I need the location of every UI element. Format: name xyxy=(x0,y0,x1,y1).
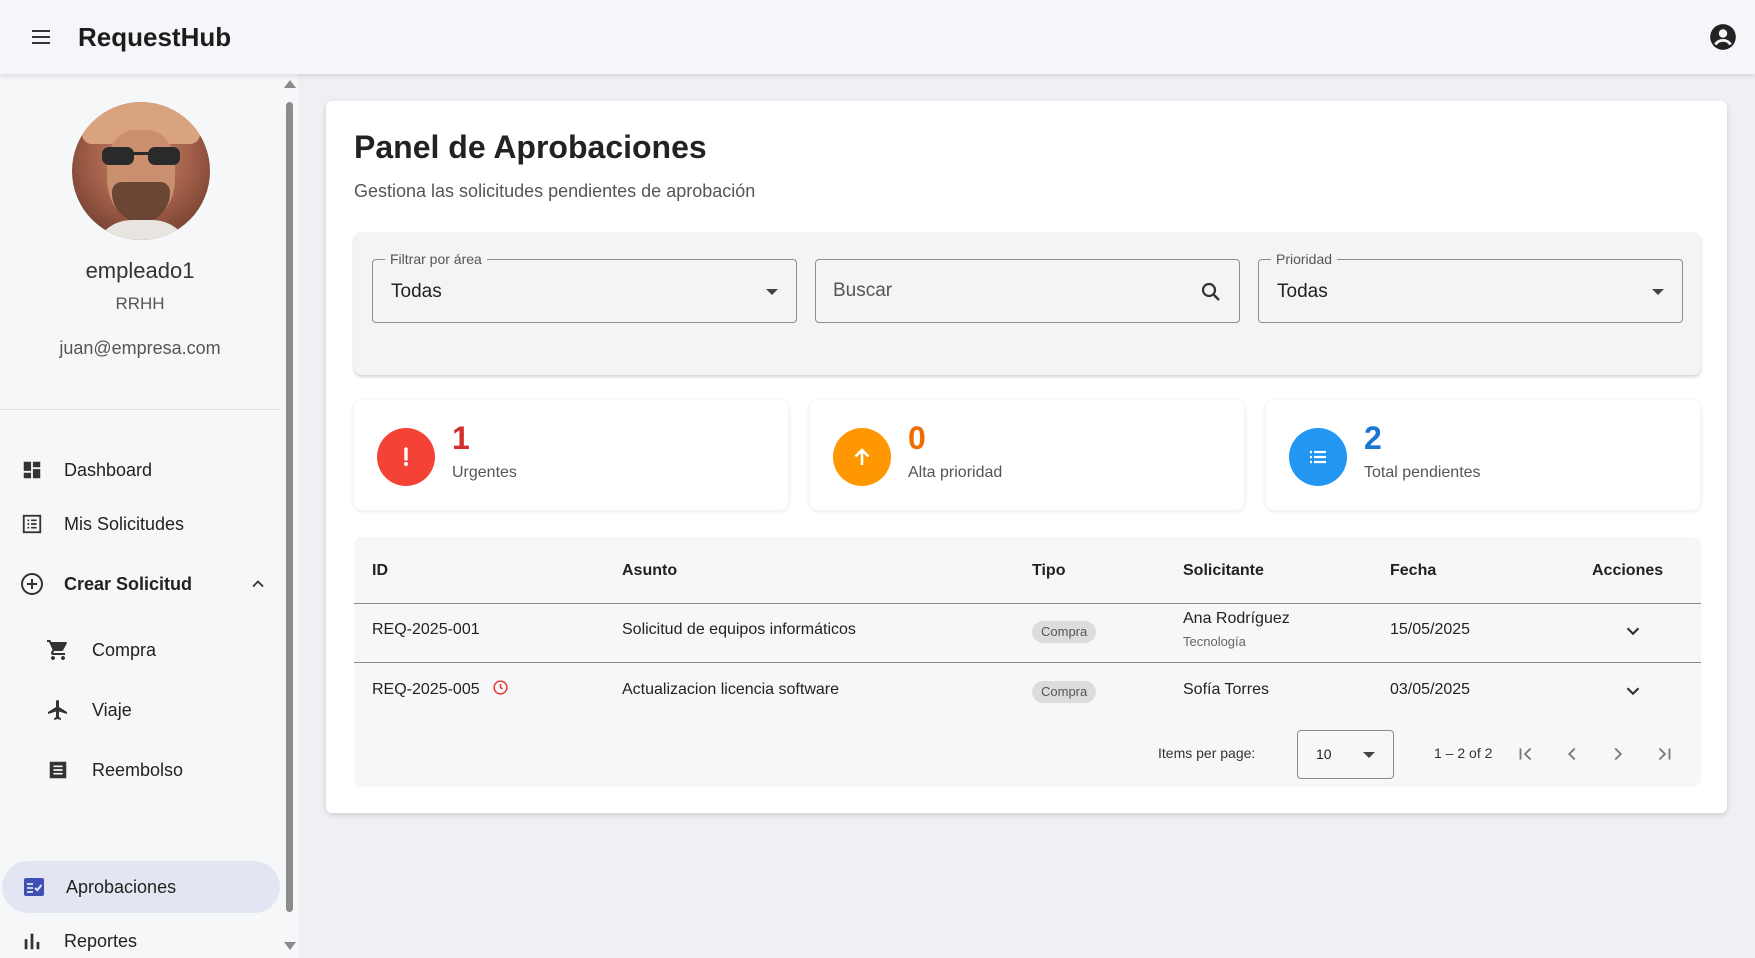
page-subtitle: Gestiona las solicitudes pendientes de a… xyxy=(354,181,756,201)
search-input[interactable] xyxy=(817,261,1177,321)
priority-filter-label: Prioridad xyxy=(1271,251,1338,267)
list-icon xyxy=(1289,428,1347,486)
page-range-label: 1 – 2 of 2 xyxy=(1434,745,1493,761)
area-filter-value: Todas xyxy=(391,281,442,302)
column-header-actions: Acciones xyxy=(1592,562,1664,579)
column-header-subject[interactable]: Asunto xyxy=(622,562,677,580)
stat-card-total-pending: 2 Total pendientes xyxy=(1266,400,1700,510)
scrollbar-thumb[interactable] xyxy=(286,102,293,912)
stat-card-urgent: 1 Urgentes xyxy=(354,400,788,510)
stat-label: Alta prioridad xyxy=(908,464,1003,481)
expand-more-icon[interactable] xyxy=(1622,620,1644,642)
sidebar-item-label: Dashboard xyxy=(64,459,153,480)
sidebar-item-mis-solicitudes[interactable]: Mis Solicitudes xyxy=(0,498,280,550)
exclamation-icon xyxy=(377,428,435,486)
scroll-down-arrow-icon[interactable] xyxy=(284,942,296,950)
bar-chart-icon xyxy=(20,929,44,953)
top-app-bar: RequestHub xyxy=(0,0,1755,74)
row-subject: Actualizacion licencia software xyxy=(622,681,839,698)
clock-icon xyxy=(493,680,508,695)
scroll-up-arrow-icon[interactable] xyxy=(284,80,296,88)
sidebar-item-aprobaciones[interactable]: Aprobaciones xyxy=(2,861,280,913)
stat-value: 1 xyxy=(452,420,470,456)
priority-filter-value: Todas xyxy=(1277,281,1328,302)
sidebar-item-reembolso[interactable]: Reembolso xyxy=(0,744,280,796)
sidebar-item-label: Reportes xyxy=(64,930,138,951)
type-chip: Compra xyxy=(1032,681,1097,703)
search-field[interactable] xyxy=(815,259,1240,323)
row-id: REQ-2025-001 xyxy=(372,621,480,638)
column-header-date[interactable]: Fecha xyxy=(1390,562,1436,580)
stat-label: Total pendientes xyxy=(1364,464,1481,481)
column-header-requester[interactable]: Solicitante xyxy=(1183,562,1264,580)
header-divider xyxy=(354,603,1701,604)
expand-more-icon[interactable] xyxy=(1622,680,1644,702)
column-header-type[interactable]: Tipo xyxy=(1032,562,1065,580)
approval-icon xyxy=(22,875,46,899)
sidebar-item-crear-solicitud[interactable]: Crear Solicitud xyxy=(0,558,280,610)
stat-value: 2 xyxy=(1364,420,1382,456)
user-department: RRHH xyxy=(115,294,165,313)
dropdown-arrow-icon xyxy=(1652,289,1664,295)
page-size-value: 10 xyxy=(1316,746,1332,762)
first-page-icon[interactable] xyxy=(1511,739,1541,769)
next-page-icon[interactable] xyxy=(1603,739,1633,769)
sidebar-item-viaje[interactable]: Viaje xyxy=(0,684,280,736)
row-requester: Ana Rodríguez xyxy=(1183,610,1290,627)
column-header-id[interactable]: ID xyxy=(372,562,388,580)
stat-value: 0 xyxy=(908,420,926,456)
filter-panel: Filtrar por área Todas Prioridad Todas xyxy=(354,232,1701,375)
priority-filter-select[interactable]: Prioridad Todas xyxy=(1258,251,1683,323)
sidebar-item-reportes[interactable]: Reportes xyxy=(0,915,280,958)
row-divider xyxy=(354,662,1701,663)
row-date: 15/05/2025 xyxy=(1390,621,1471,638)
page-title: Panel de Aprobaciones xyxy=(354,129,707,165)
sidebar: empleado1 RRHH juan@empresa.com Dashboar… xyxy=(0,74,298,958)
items-per-page-label: Items per page: xyxy=(1158,745,1256,761)
dashboard-icon xyxy=(20,458,44,482)
type-chip: Compra xyxy=(1032,621,1097,643)
airplane-icon xyxy=(46,698,70,722)
area-filter-label: Filtrar por área xyxy=(385,251,487,267)
previous-page-icon[interactable] xyxy=(1557,739,1587,769)
cart-icon xyxy=(46,638,70,662)
row-id: REQ-2025-005 xyxy=(372,681,480,698)
add-circle-icon xyxy=(20,572,44,596)
approvals-panel: Panel de Aprobaciones Gestiona las solic… xyxy=(326,101,1727,813)
sidebar-item-label: Compra xyxy=(92,639,157,660)
row-requester-area: Tecnología xyxy=(1183,634,1246,649)
approvals-table: ID Asunto Tipo Solicitante Fecha Accione… xyxy=(354,537,1701,787)
dropdown-arrow-icon xyxy=(1363,752,1375,758)
last-page-icon[interactable] xyxy=(1649,739,1679,769)
area-filter-select[interactable]: Filtrar por área Todas xyxy=(372,251,797,323)
user-email: juan@empresa.com xyxy=(59,338,221,358)
divider xyxy=(0,409,284,410)
app-title: RequestHub xyxy=(78,21,232,52)
sidebar-item-label: Aprobaciones xyxy=(66,876,177,897)
sidebar-item-label: Crear Solicitud xyxy=(64,573,193,594)
stat-label: Urgentes xyxy=(452,464,517,481)
row-date: 03/05/2025 xyxy=(1390,681,1471,698)
avatar xyxy=(72,102,210,240)
arrow-up-icon xyxy=(833,428,891,486)
sidebar-item-label: Reembolso xyxy=(92,759,184,780)
sidebar-item-label: Mis Solicitudes xyxy=(64,513,185,534)
stat-card-high-priority: 0 Alta prioridad xyxy=(810,400,1244,510)
chevron-up-icon[interactable] xyxy=(248,574,268,594)
receipt-icon xyxy=(46,758,70,782)
sidebar-item-dashboard[interactable]: Dashboard xyxy=(0,444,280,496)
row-subject: Solicitud de equipos informáticos xyxy=(622,621,856,638)
page-size-select[interactable]: 10 xyxy=(1297,730,1394,779)
account-circle-icon[interactable] xyxy=(1705,19,1741,55)
user-name: empleado1 xyxy=(85,258,195,283)
row-requester: Sofía Torres xyxy=(1183,681,1269,698)
menu-icon[interactable] xyxy=(21,17,61,57)
search-icon[interactable] xyxy=(1199,280,1223,304)
dropdown-arrow-icon xyxy=(766,289,778,295)
sidebar-item-compra[interactable]: Compra xyxy=(0,624,280,676)
sidebar-item-label: Viaje xyxy=(92,699,132,720)
list-alt-icon xyxy=(20,512,44,536)
